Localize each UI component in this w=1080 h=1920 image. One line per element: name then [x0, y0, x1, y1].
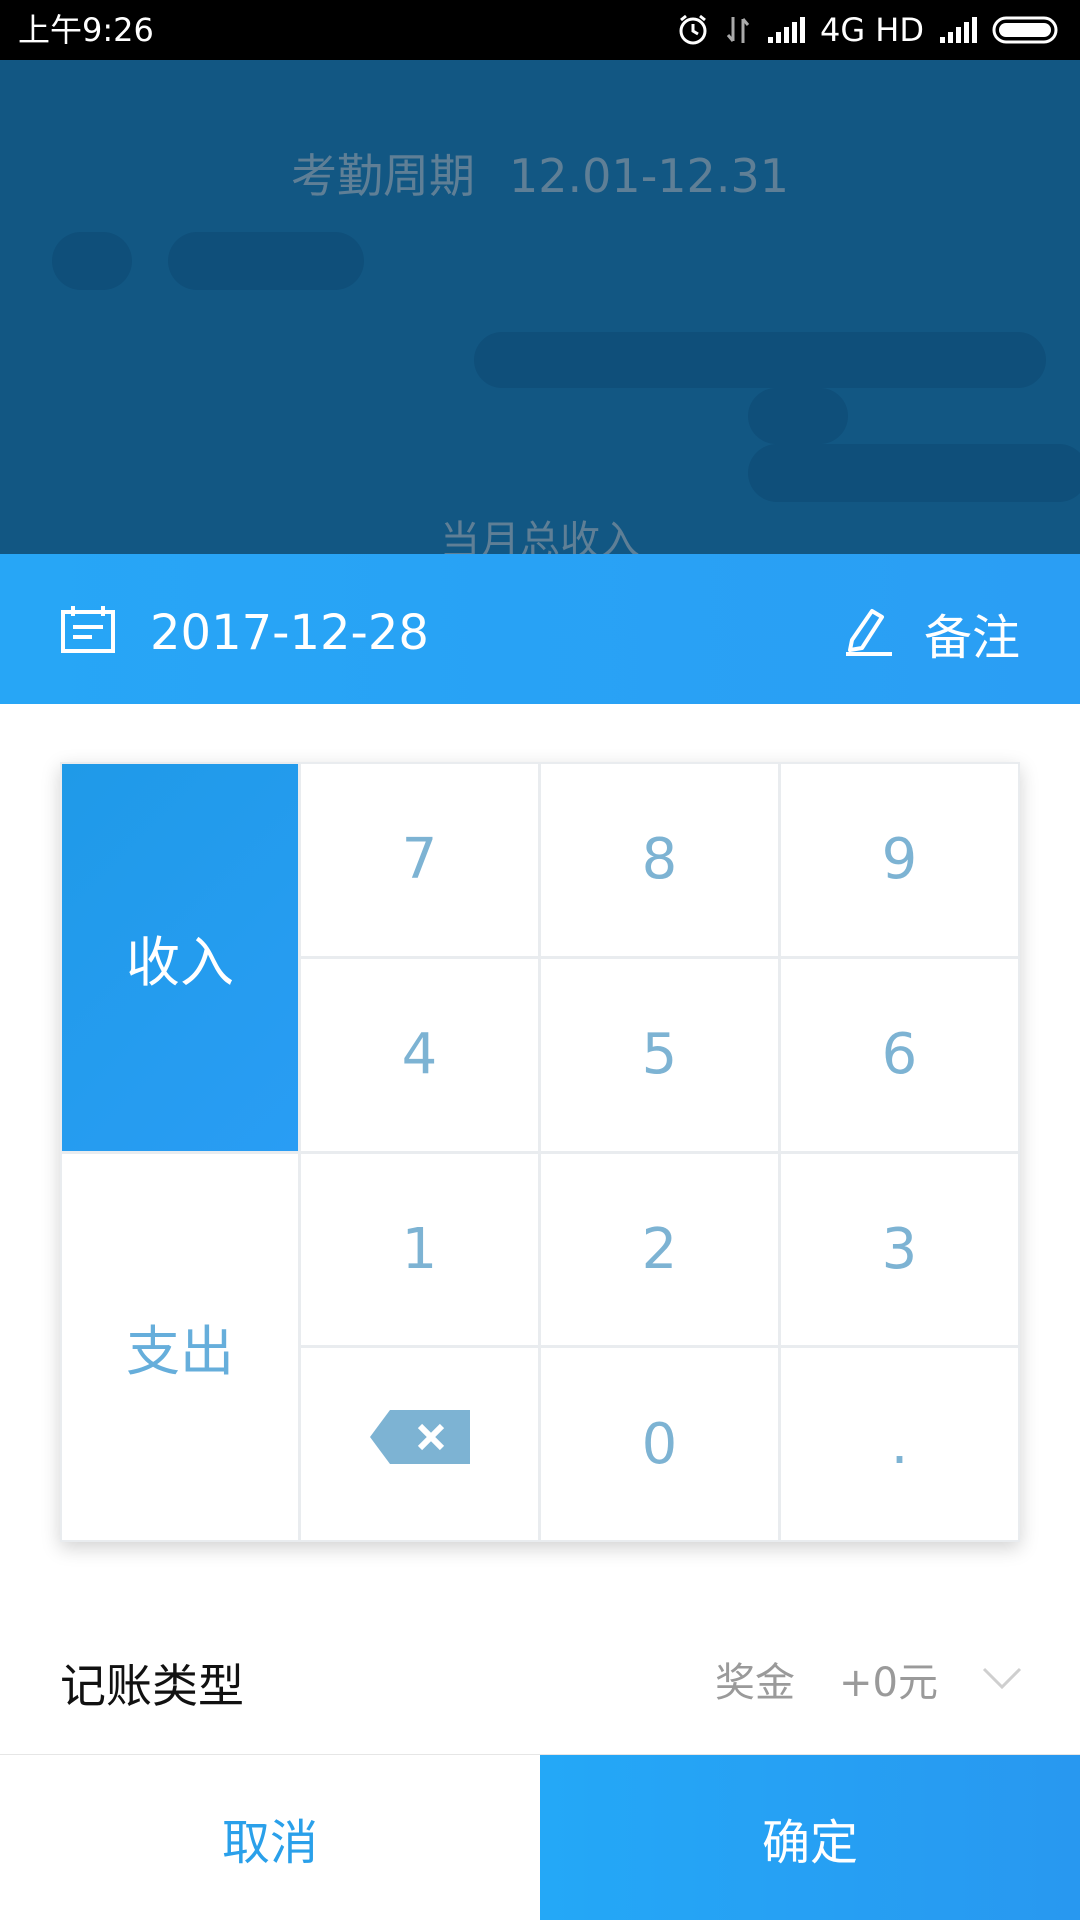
- key-9[interactable]: 9: [781, 764, 1018, 956]
- key-2[interactable]: 2: [541, 1153, 778, 1346]
- signal-icon: [766, 15, 806, 45]
- network-label: 4G HD: [819, 11, 924, 49]
- number-keypad: 收入 7 8 9 4 5 6 支出 1 2 3 0 .: [60, 762, 1020, 1542]
- data-arrows-icon: [724, 13, 752, 47]
- backspace-icon: [369, 1410, 470, 1478]
- record-category: 奖金: [715, 1660, 796, 1706]
- status-bar: 上午9:26 4G HD: [0, 0, 1080, 60]
- key-0[interactable]: 0: [541, 1348, 778, 1540]
- backspace-key[interactable]: [301, 1348, 538, 1540]
- cloud-shape: [748, 388, 848, 444]
- signal-icon-2: [938, 15, 978, 45]
- key-8[interactable]: 8: [541, 764, 778, 956]
- expense-mode-button[interactable]: 支出: [62, 1153, 298, 1540]
- attendance-period: 考勤周期 12.01-12.31: [0, 140, 1080, 206]
- record-type-row[interactable]: 记账类型 奖金 +0元: [0, 1620, 1080, 1740]
- chevron-down-icon: [982, 1656, 1022, 1702]
- key-7[interactable]: 7: [301, 764, 538, 956]
- key-dot[interactable]: .: [781, 1348, 1018, 1540]
- alarm-icon: [676, 13, 710, 47]
- key-5[interactable]: 5: [541, 958, 778, 1151]
- date-bar: 2017-12-28 备注: [0, 554, 1080, 704]
- background-header: 考勤周期 12.01-12.31 当月总收入: [0, 60, 1080, 554]
- record-type-label: 记账类型: [60, 1659, 244, 1713]
- status-icons: 4G HD: [676, 10, 1062, 50]
- cloud-shape: [474, 332, 1046, 388]
- income-mode-button[interactable]: 收入: [62, 764, 298, 1151]
- date-value[interactable]: 2017-12-28: [150, 604, 429, 662]
- calendar-icon[interactable]: [60, 604, 116, 658]
- key-4[interactable]: 4: [301, 958, 538, 1151]
- record-amount: +0元: [839, 1660, 938, 1706]
- note-label: 备注: [923, 610, 1020, 666]
- period-label: 考勤周期: [291, 149, 475, 203]
- cloud-shape: [748, 444, 1080, 502]
- cloud-shape: [52, 232, 132, 290]
- monthly-income-label: 当月总收入: [440, 518, 640, 554]
- key-3[interactable]: 3: [781, 1153, 1018, 1346]
- period-value: 12.01-12.31: [509, 149, 789, 203]
- battery-icon: [992, 15, 1062, 45]
- confirm-button[interactable]: 确定: [540, 1755, 1080, 1920]
- status-time: 上午9:26: [18, 11, 154, 49]
- cancel-button[interactable]: 取消: [0, 1755, 540, 1920]
- key-6[interactable]: 6: [781, 958, 1018, 1151]
- note-button[interactable]: 备注: [844, 598, 1020, 668]
- bottom-actions: 取消 确定: [0, 1754, 1080, 1920]
- record-type-selector[interactable]: 奖金 +0元: [715, 1650, 1022, 1708]
- cloud-shape: [168, 232, 364, 290]
- key-1[interactable]: 1: [301, 1153, 538, 1346]
- pen-icon: [844, 606, 894, 660]
